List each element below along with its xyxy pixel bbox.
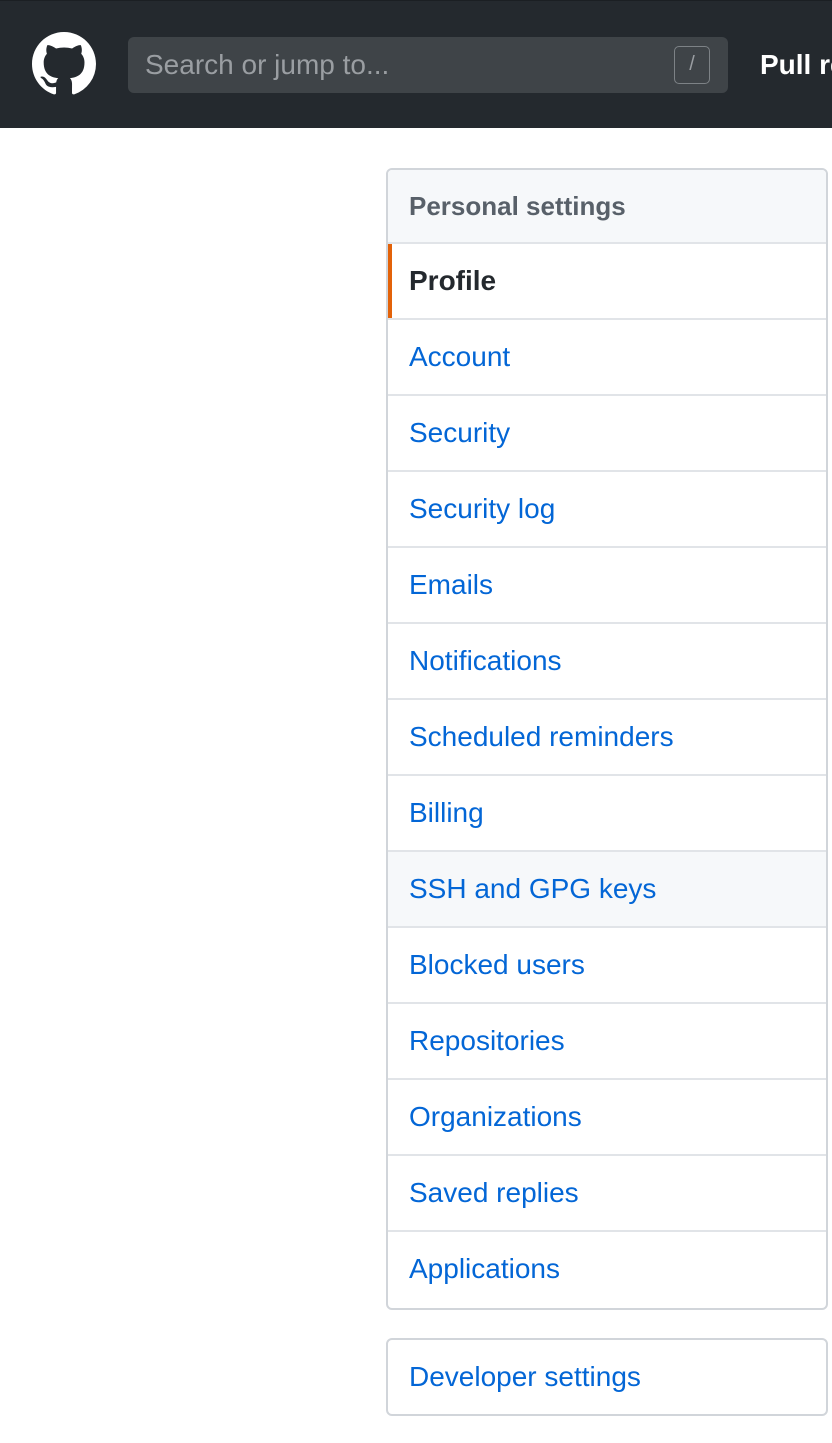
menu-heading: Personal settings [388,170,826,244]
menu-item-notifications[interactable]: Notifications [388,624,826,700]
menu-item-applications[interactable]: Applications [388,1232,826,1308]
menu-item-emails[interactable]: Emails [388,548,826,624]
menu-item-repositories[interactable]: Repositories [388,1004,826,1080]
menu-item-developer-settings[interactable]: Developer settings [388,1340,826,1414]
search-input[interactable] [128,37,648,93]
menu-item-saved-replies[interactable]: Saved replies [388,1156,826,1232]
developer-settings-menu: Developer settings [386,1338,828,1416]
nav-link-pull-requests[interactable]: Pull re [760,45,832,85]
menu-item-ssh-gpg-keys[interactable]: SSH and GPG keys [388,852,826,928]
menu-item-scheduled-reminders[interactable]: Scheduled reminders [388,700,826,776]
search-box[interactable]: / [128,37,728,93]
menu-item-security-log[interactable]: Security log [388,472,826,548]
menu-item-billing[interactable]: Billing [388,776,826,852]
menu-item-account[interactable]: Account [388,320,826,396]
menu-item-organizations[interactable]: Organizations [388,1080,826,1156]
personal-settings-menu: Personal settings Profile Account Securi… [386,168,828,1310]
github-mark-icon[interactable] [32,32,96,96]
menu-item-profile[interactable]: Profile [388,244,826,320]
menu-item-security[interactable]: Security [388,396,826,472]
top-header: / Pull re [0,0,832,128]
menu-item-blocked-users[interactable]: Blocked users [388,928,826,1004]
slash-shortcut-hint: / [674,46,710,84]
